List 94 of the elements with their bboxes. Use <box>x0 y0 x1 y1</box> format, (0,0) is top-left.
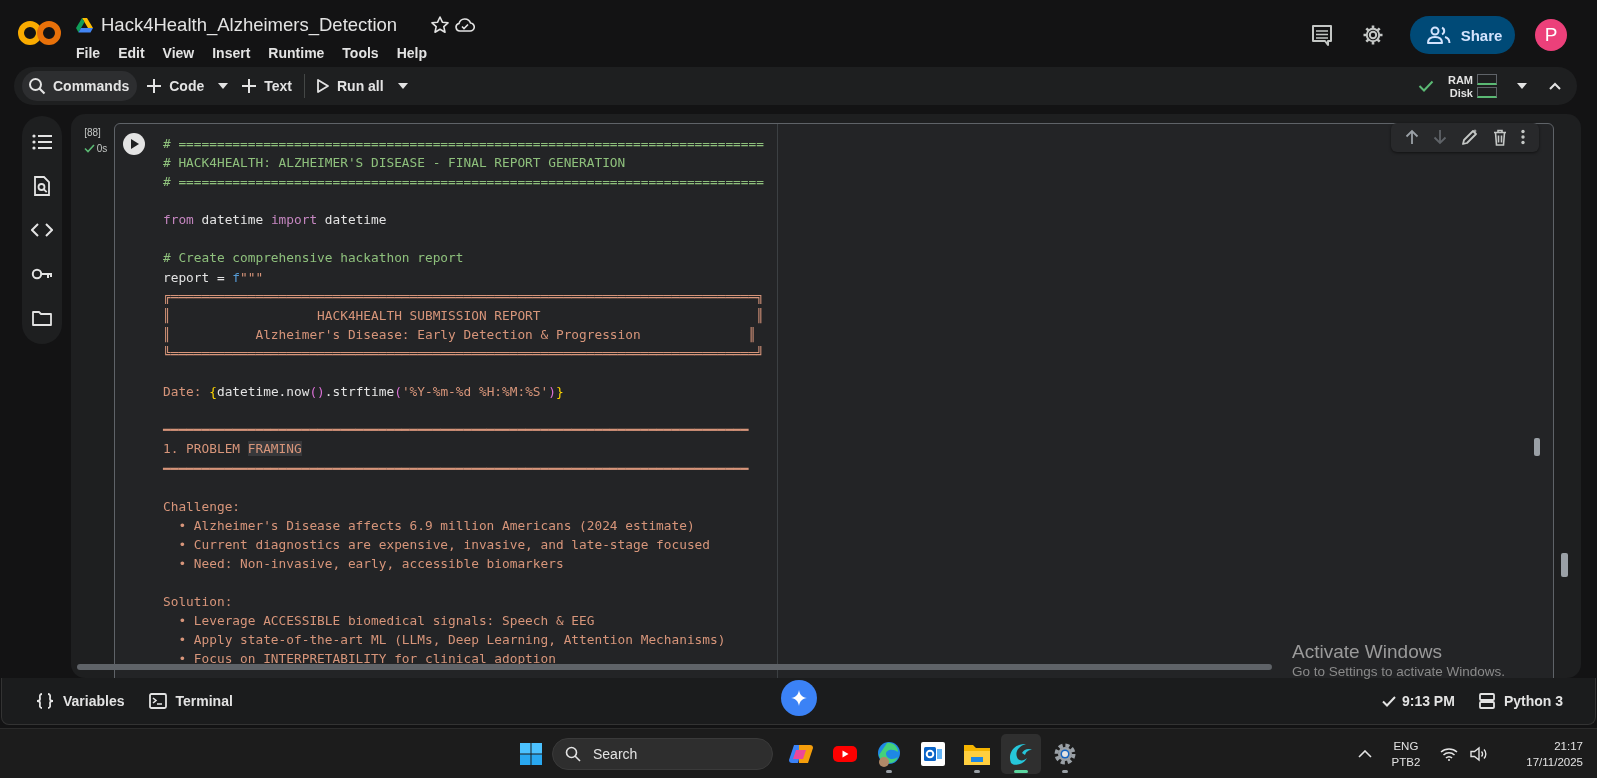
menu-item[interactable]: Insert <box>206 42 263 64</box>
gemini-button[interactable] <box>781 679 817 716</box>
add-button[interactable]: Text <box>236 71 298 102</box>
code-line: report = f""" <box>163 268 265 287</box>
caret-icon <box>397 83 408 90</box>
code-line: from datetime import datetime <box>163 211 388 230</box>
code-line: ║ Alzheimer's Disease: Early Detection & Progression ║ <box>163 325 758 344</box>
check-icon <box>1417 80 1434 93</box>
code-line: # ============================================================================ <box>163 173 765 192</box>
menu-item[interactable]: Tools <box>336 42 391 64</box>
code-line: Challenge: <box>163 497 242 516</box>
drive-icon <box>76 17 93 33</box>
speaker-icon <box>1470 745 1489 762</box>
resource-meter[interactable]: RAM Disk <box>1447 73 1497 99</box>
code-line: • Apply state-of-the-art ML (LLMs, Deep Learning, Attention Mechanisms) <box>177 631 727 650</box>
play-icon <box>130 137 140 150</box>
user-avatar[interactable]: P <box>1535 19 1567 51</box>
wifi-icon <box>1440 746 1459 761</box>
input-language[interactable]: ENG PTB2 <box>1391 737 1421 770</box>
scrollbar-thumb[interactable] <box>1561 552 1568 577</box>
code-line: ║ HACK4HEALTH SUBMISSION REPORT ║ <box>163 306 765 325</box>
clock[interactable]: 21:17 17/11/2025 <box>1526 737 1583 770</box>
chevron-up-icon <box>1357 749 1372 758</box>
activation-notice-text: Go to Settings to activate Windows. <box>1292 663 1506 681</box>
add-button[interactable]: Code <box>141 71 211 102</box>
trash-icon[interactable] <box>1493 128 1507 146</box>
chevron-up-icon <box>1549 82 1561 91</box>
menu-item[interactable]: View <box>156 42 207 64</box>
list-icon[interactable] <box>32 132 52 151</box>
arrow-down-icon[interactable] <box>1433 129 1447 146</box>
menu-item[interactable]: Edit <box>112 42 157 64</box>
terminal-icon <box>148 693 167 710</box>
braces-icon <box>36 693 54 710</box>
star-icon[interactable] <box>431 16 450 34</box>
plus-icon <box>146 78 163 95</box>
code-line: Solution: <box>163 593 234 612</box>
plus-icon <box>241 78 258 95</box>
people-icon <box>1426 26 1451 44</box>
caret-icon <box>218 83 229 90</box>
code-line: 1. PROBLEM FRAMING <box>163 440 303 459</box>
code-line: • Alzheimer's Disease affects 6.9 million Americans (2024 estimate) <box>177 516 696 535</box>
terminal-button[interactable]: Terminal <box>142 689 239 714</box>
check-icon <box>83 143 95 153</box>
commands-button[interactable]: Commands <box>22 71 138 102</box>
execution-count: [88] <box>84 126 101 138</box>
run-all-button[interactable]: Run all <box>311 71 390 102</box>
key-icon[interactable] <box>31 267 53 280</box>
code-line: # ============================================================================ <box>163 134 765 153</box>
code-line: ━━━━━━━━━━━━━━━━━━━━━━━━━━━━━━━━━━━━━━━━━━━━━━━━━━━━━━━━━━━━━━━━━━━━━━━━━━━━ <box>163 459 750 478</box>
scrollbar-thumb[interactable] <box>1534 437 1540 456</box>
search-field[interactable]: Search <box>552 737 773 770</box>
check-icon <box>1381 695 1396 707</box>
code-line: ━━━━━━━━━━━━━━━━━━━━━━━━━━━━━━━━━━━━━━━━━━━━━━━━━━━━━━━━━━━━━━━━━━━━━━━━━━━━ <box>163 421 750 440</box>
execution-time: 9:13 PM <box>1401 693 1455 710</box>
runtime-button[interactable]: Python 3 <box>1472 689 1569 714</box>
run-duration: 0s <box>96 142 108 154</box>
code-line: Date: {datetime.now().strftime('%Y-%m-%d %H:%M:%S')} <box>163 383 565 402</box>
menu-item[interactable]: Runtime <box>262 42 337 64</box>
pen-icon[interactable] <box>1461 128 1479 147</box>
scrollbar-thumb[interactable] <box>77 663 1272 670</box>
comment-icon[interactable] <box>1311 24 1333 46</box>
menu-item[interactable]: File <box>76 42 113 64</box>
code-line: • Current diagnostics are expensive, invasive, and late-stage focused <box>177 535 711 554</box>
code-line: • Need: Non-invasive, early, accessible biomarkers <box>177 554 565 573</box>
settings-icon[interactable] <box>1362 24 1384 46</box>
menu-item[interactable]: Help <box>390 42 439 64</box>
code-line: # Create comprehensive hackathon report <box>163 249 465 268</box>
variables-button[interactable]: Variables <box>30 689 131 714</box>
code-line: ╚════════════════════════════════════════════════════════════════════════════╝ <box>163 344 765 363</box>
video-play-icon <box>832 743 858 764</box>
code-line: • Focus on INTERPRETABILITY for clinical adoption <box>177 650 557 669</box>
mail-app-icon <box>920 740 946 767</box>
play-icon <box>316 78 330 95</box>
run-cell-button[interactable] <box>123 132 145 155</box>
notebook-title[interactable]: Hack4Health_Alzheimers_Detection <box>101 14 398 36</box>
share-button[interactable]: Share <box>1410 16 1515 54</box>
sparkle-icon <box>791 689 807 706</box>
colab-logo <box>18 20 62 46</box>
code-icon[interactable] <box>31 222 53 237</box>
code-line: # HACK4HEALTH: ALZHEIMER'S DISEASE - FINAL REPORT GENERATION <box>163 154 627 172</box>
code-line: • Leverage ACCESSIBLE biomedical signals: Speech & EEG <box>177 612 596 631</box>
document-search-icon[interactable] <box>33 175 51 196</box>
code-line: ╔════════════════════════════════════════════════════════════════════════════╗ <box>163 287 765 306</box>
windows-icon <box>520 742 542 765</box>
search-icon <box>28 77 46 96</box>
arrow-up-icon[interactable] <box>1405 129 1419 146</box>
caret-icon <box>1517 83 1527 90</box>
server-icon <box>1478 693 1495 710</box>
taskbar-app[interactable] <box>1001 733 1041 774</box>
activation-notice-title: Activate Windows <box>1292 641 1443 663</box>
cloud-icon <box>455 17 476 33</box>
folder-icon[interactable] <box>32 309 52 326</box>
more-icon[interactable] <box>1521 129 1525 146</box>
browser-icon <box>875 739 903 768</box>
